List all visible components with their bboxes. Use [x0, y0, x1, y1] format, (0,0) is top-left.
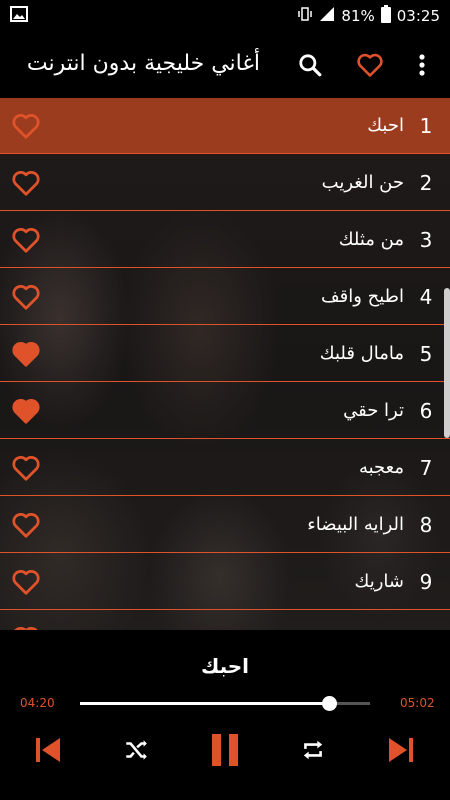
heart-outline-icon[interactable]	[10, 452, 42, 484]
song-number: 7	[419, 455, 433, 480]
song-number: 10	[414, 627, 439, 631]
song-number: 8	[419, 512, 433, 537]
song-number: 9	[419, 569, 433, 594]
now-playing-title: احبك	[200, 654, 250, 678]
heart-outline-icon[interactable]	[10, 281, 42, 313]
seek-bar-fill	[80, 702, 330, 705]
heart-filled-icon[interactable]	[10, 395, 42, 427]
song-title: ترا حقي	[343, 400, 404, 421]
song-title: شاريك	[354, 571, 404, 592]
more-vert-icon[interactable]	[407, 50, 437, 80]
heart-icon[interactable]	[355, 50, 385, 80]
song-row[interactable]: اطيح واقف 4	[0, 269, 450, 325]
battery-icon	[380, 5, 391, 27]
song-row[interactable]: شاريك 9	[0, 554, 450, 610]
song-row[interactable]: حن الغريب 2	[0, 155, 450, 211]
heart-filled-icon[interactable]	[10, 338, 42, 370]
clock: 03:25	[396, 7, 440, 25]
song-row[interactable]: ترا حقي 6	[0, 383, 450, 439]
heart-outline-icon[interactable]	[10, 167, 42, 199]
skip-previous-icon[interactable]	[28, 730, 68, 770]
battery-percent: 81%	[341, 7, 375, 25]
page-title: أغاني خليجية بدون انترنت	[26, 51, 260, 76]
song-row[interactable]: من مثلك 3	[0, 212, 450, 268]
signal-icon	[319, 6, 335, 26]
heart-outline-icon[interactable]	[10, 623, 42, 630]
song-number: 1	[419, 113, 433, 138]
song-number: 4	[419, 284, 433, 309]
status-bar: 81% 03:25	[0, 0, 450, 32]
song-number: 5	[419, 341, 433, 366]
heart-outline-icon[interactable]	[10, 566, 42, 598]
song-row[interactable]: معجبه 7	[0, 440, 450, 496]
song-title: مامال قلبك	[319, 343, 404, 364]
shuffle-icon[interactable]	[116, 730, 156, 770]
heart-outline-icon[interactable]	[10, 110, 42, 142]
status-right: 81% 03:25	[297, 5, 440, 27]
song-number: 3	[419, 227, 433, 252]
skip-next-icon[interactable]	[381, 730, 421, 770]
song-number: 6	[419, 398, 433, 423]
heart-outline-icon[interactable]	[10, 509, 42, 541]
seek-bar-knob[interactable]	[322, 696, 338, 711]
search-icon[interactable]	[295, 50, 325, 80]
song-title: اطيح واقف	[320, 286, 404, 307]
toolbar: أغاني خليجية بدون انترنت	[0, 32, 450, 98]
song-title: معجبه	[358, 457, 404, 478]
song-title: من مثلك	[338, 229, 404, 250]
song-number: 2	[419, 170, 433, 195]
player-panel: احبك 04:20 05:02	[0, 630, 450, 800]
total-duration: 05:02	[400, 696, 435, 710]
song-row[interactable]: احبك 1	[0, 98, 450, 154]
repeat-icon[interactable]	[293, 730, 333, 770]
song-row[interactable]: 10	[0, 611, 450, 630]
song-title: حن الغريب	[321, 172, 404, 193]
image-icon	[10, 6, 28, 26]
list-scrollbar[interactable]	[444, 288, 450, 438]
vibrate-icon	[297, 6, 313, 26]
song-title: الرايه البيضاء	[307, 514, 404, 535]
pause-icon[interactable]	[205, 730, 245, 770]
elapsed-time: 04:20	[20, 696, 55, 710]
song-list[interactable]: احبك 1 حن الغريب 2 من مثلك 3 اطيح واقف 4 مامال ق…	[0, 98, 450, 630]
song-row[interactable]: مامال قلبك 5	[0, 326, 450, 382]
seek-bar[interactable]	[80, 696, 370, 711]
status-left	[10, 6, 28, 26]
song-title: احبك	[367, 115, 404, 136]
song-row[interactable]: الرايه البيضاء 8	[0, 497, 450, 553]
heart-outline-icon[interactable]	[10, 224, 42, 256]
